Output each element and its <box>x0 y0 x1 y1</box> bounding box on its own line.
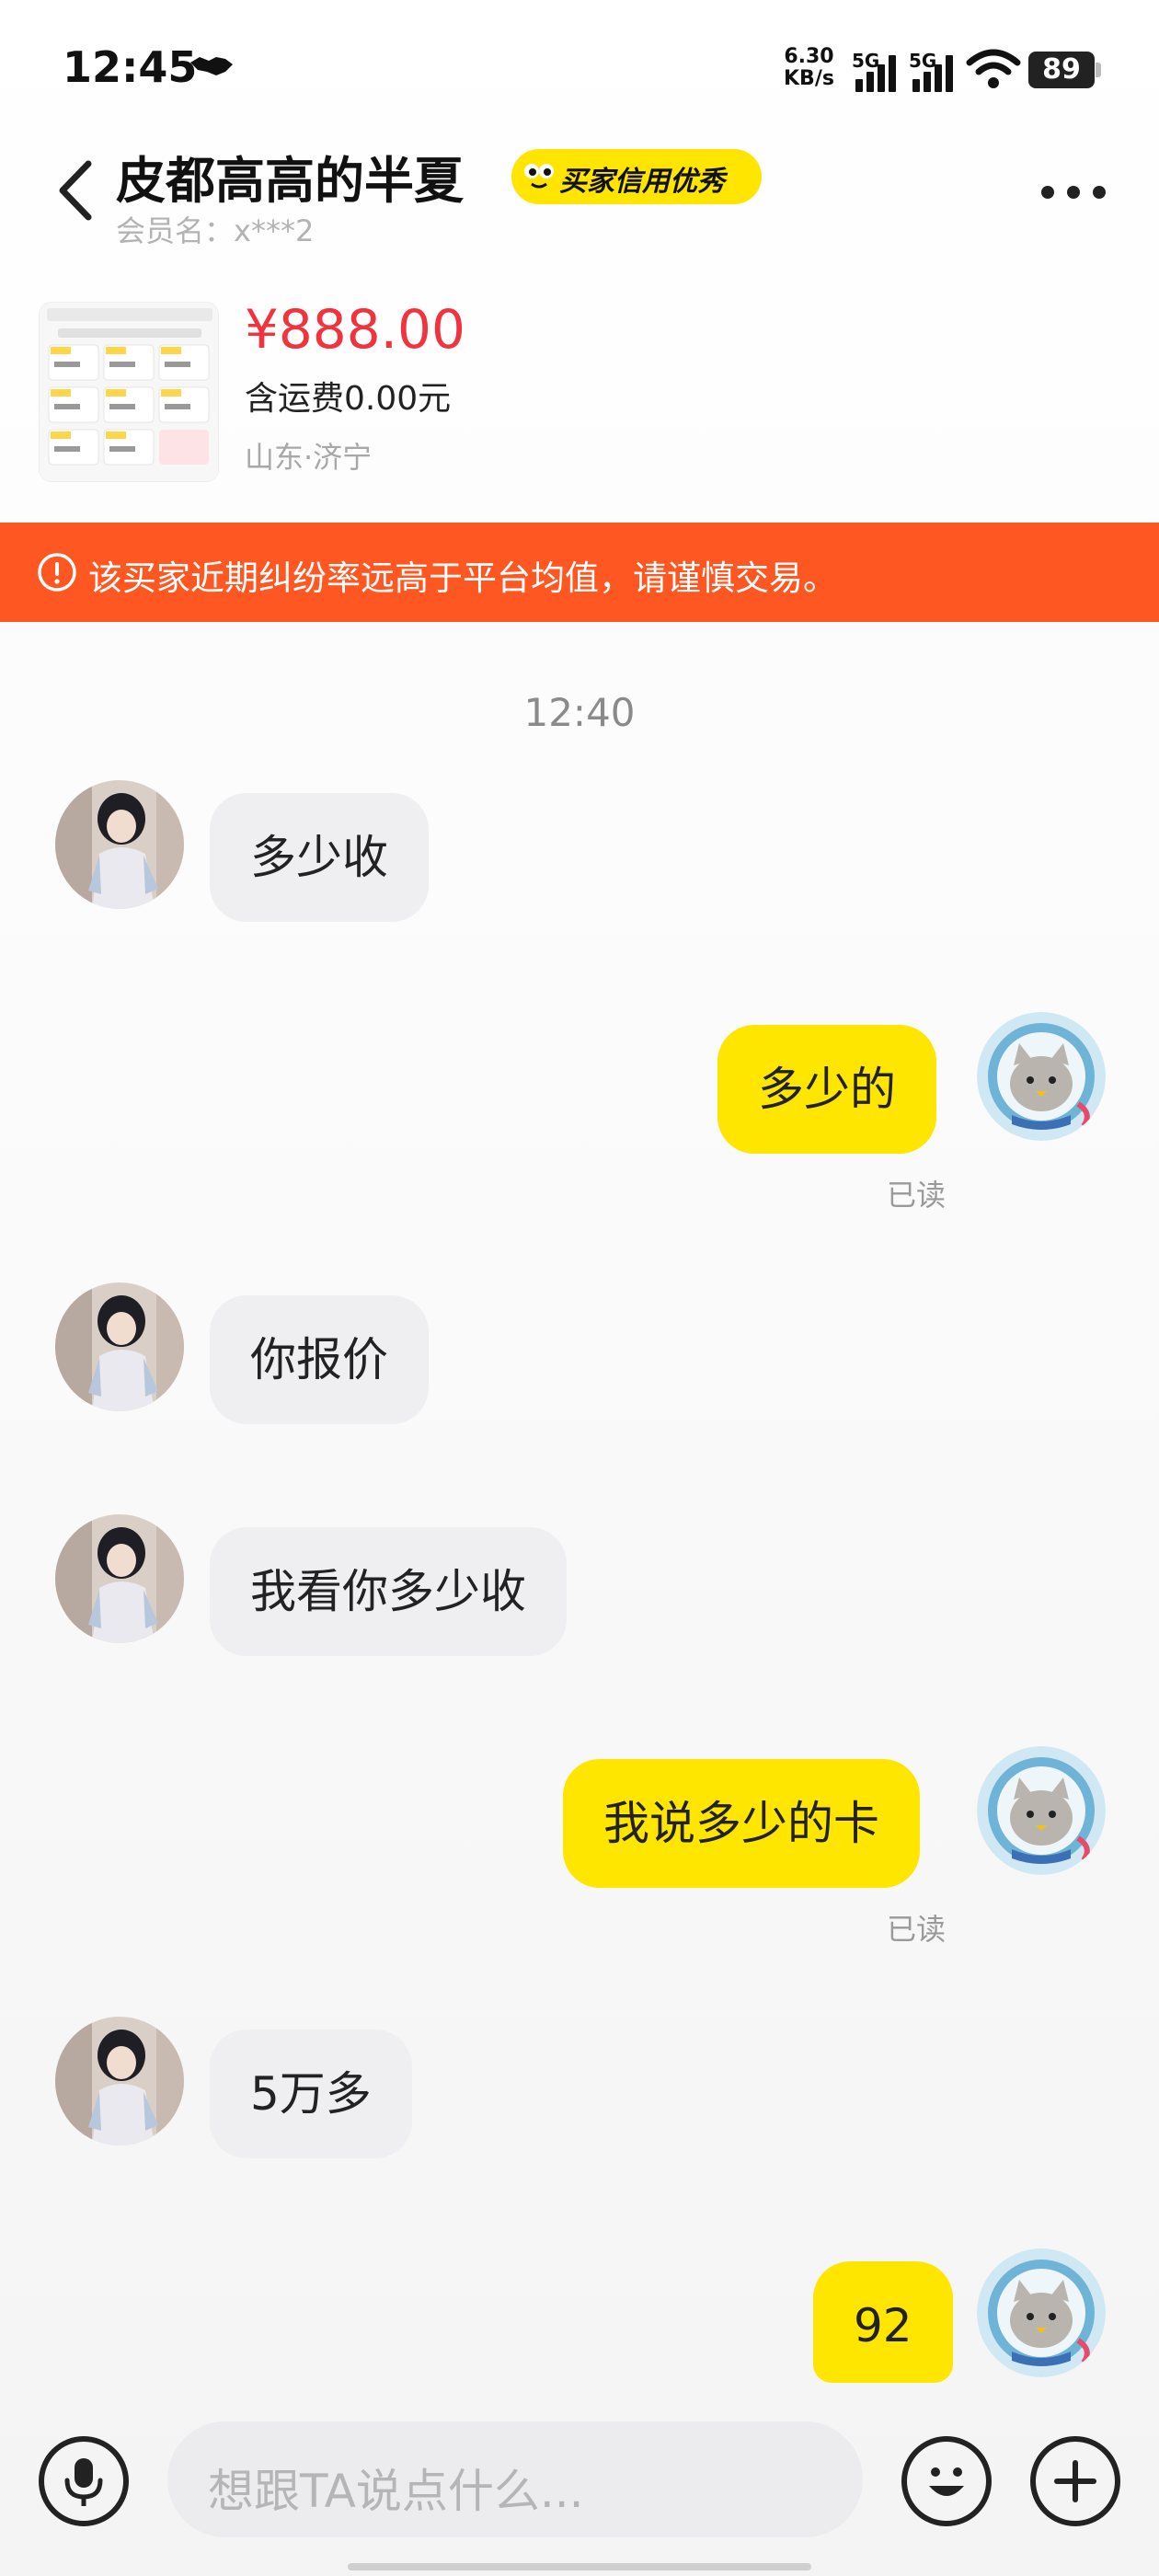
handshake-icon <box>190 57 233 75</box>
message-bubble-in[interactable]: 我看你多少收 <box>210 1527 567 1656</box>
emoji-button[interactable] <box>901 2436 992 2526</box>
product-price: ¥888.00 <box>245 298 465 361</box>
battery-indicator: 89 <box>1028 52 1095 88</box>
smile-icon <box>929 2467 964 2496</box>
cat-astronaut-icon <box>977 1746 1106 1875</box>
product-location: 山东·济宁 <box>245 440 373 475</box>
self-avatar[interactable] <box>977 2248 1106 2377</box>
status-bar: 12:45 6.30 KB/s 5G 5G 89 <box>0 0 1159 138</box>
buyer-photo <box>55 1514 184 1643</box>
read-receipt: 已读 <box>887 1912 947 1947</box>
cell-signal-icon: 5G <box>852 46 905 92</box>
buyer-photo <box>55 2017 184 2145</box>
message-bubble-in[interactable]: 5万多 <box>210 2030 412 2158</box>
cat-astronaut-icon <box>977 2248 1106 2377</box>
buyer-avatar[interactable] <box>55 1282 184 1411</box>
chat-time-divider: 12:40 <box>523 690 636 735</box>
self-avatar[interactable] <box>977 1012 1106 1141</box>
product-image <box>40 303 218 481</box>
message-bubble-in[interactable]: 你报价 <box>210 1295 429 1424</box>
message-bubble-in[interactable]: 多少收 <box>210 793 429 922</box>
buyer-avatar[interactable] <box>55 1514 184 1643</box>
buyer-avatar[interactable] <box>55 2017 184 2145</box>
network-speed-value: 6.30 <box>784 45 834 68</box>
status-time: 12:45 <box>63 42 198 92</box>
message-input[interactable]: 想跟TA说点什么... <box>167 2421 863 2537</box>
more-options-icon[interactable] <box>1038 182 1111 204</box>
buyer-avatar[interactable] <box>55 780 184 909</box>
back-arrow-icon[interactable] <box>53 158 99 223</box>
message-bubble-out[interactable]: 92 <box>813 2261 953 2383</box>
battery-tip <box>1096 63 1101 77</box>
message-bubble-out[interactable]: 我说多少的卡 <box>563 1759 920 1888</box>
home-indicator[interactable] <box>348 2563 811 2570</box>
message-input-placeholder: 想跟TA说点什么... <box>208 2465 584 2518</box>
chat-title: 皮都高高的半夏 <box>116 152 464 210</box>
signal-label: 5G <box>909 50 937 72</box>
shipping-fee: 含运费0.00元 <box>245 380 452 418</box>
fish-mascot-icon <box>521 156 561 197</box>
credit-badge[interactable]: 买家信用优秀 <box>511 149 762 204</box>
signal-label: 5G <box>852 50 880 72</box>
voice-input-button[interactable] <box>39 2436 129 2526</box>
member-name: 会员名：x***2 <box>116 213 315 248</box>
buyer-photo <box>55 1282 184 1411</box>
credit-badge-label: 买家信用优秀 <box>559 166 725 198</box>
cat-astronaut-icon <box>977 1012 1106 1141</box>
risk-warning-text: 该买家近期纠纷率远高于平台均值，请谨慎交易。 <box>88 558 837 598</box>
message-bubble-out[interactable]: 多少的 <box>717 1025 936 1154</box>
buyer-photo <box>55 780 184 909</box>
more-actions-button[interactable] <box>1030 2436 1120 2526</box>
microphone-icon <box>64 2458 103 2506</box>
plus-icon <box>1054 2460 1096 2502</box>
wifi-icon <box>966 49 1021 88</box>
risk-warning-banner: 该买家近期纠纷率远高于平台均值，请谨慎交易。 <box>0 523 1159 622</box>
network-speed-unit: KB/s <box>784 67 834 90</box>
self-avatar[interactable] <box>977 1746 1106 1875</box>
read-receipt: 已读 <box>887 1178 947 1213</box>
cell-signal-icon: 5G <box>909 46 962 92</box>
network-speed: 6.30 KB/s <box>784 46 834 90</box>
alert-circle-icon <box>38 553 76 592</box>
product-thumbnail[interactable] <box>39 302 219 482</box>
